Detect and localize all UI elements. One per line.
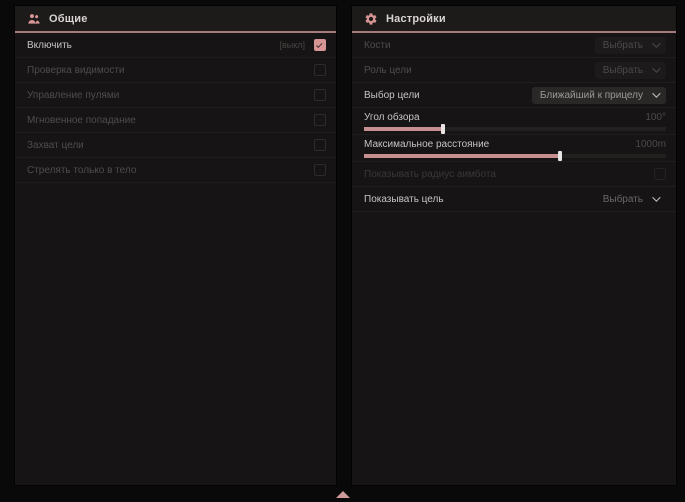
settings-panel-header: Настройки xyxy=(352,6,676,31)
dropdown-value: Ближайший к прицелу xyxy=(540,90,643,101)
row-target-lock: Захват цели xyxy=(15,133,336,158)
triangle-up-icon[interactable] xyxy=(336,491,350,498)
settings-panel: Настройки Кости Выбрать Роль цели Выбрат… xyxy=(351,5,677,486)
fov-slider-handle[interactable] xyxy=(441,124,445,134)
chevron-down-icon xyxy=(652,89,660,97)
row-visibility-check: Проверка видимости xyxy=(15,58,336,83)
fov-slider-fill xyxy=(364,127,443,131)
checkmark-icon xyxy=(316,41,322,47)
setting-label: Мгновенное попадание xyxy=(27,115,314,126)
bones-dropdown[interactable]: Выбрать xyxy=(595,37,666,54)
setting-label: Захват цели xyxy=(27,140,314,151)
row-fov: Угол обзора 100° xyxy=(352,108,676,135)
max-distance-slider-handle[interactable] xyxy=(558,151,562,161)
visibility-check-checkbox[interactable] xyxy=(314,64,326,76)
chevron-down-icon xyxy=(652,39,660,47)
body-only-checkbox[interactable] xyxy=(314,164,326,176)
enable-checkbox[interactable] xyxy=(314,39,326,51)
dropdown-value: Выбрать xyxy=(603,194,643,205)
row-max-distance: Максимальное расстояние 1000m xyxy=(352,135,676,162)
instant-hit-checkbox[interactable] xyxy=(314,114,326,126)
hotkey-label[interactable]: [выкл] xyxy=(279,40,305,50)
general-panel-body: Включить [выкл] Проверка видимости Управ… xyxy=(15,33,336,485)
setting-label: Проверка видимости xyxy=(27,65,314,76)
max-distance-slider[interactable] xyxy=(364,154,666,158)
row-enable: Включить [выкл] xyxy=(15,33,336,58)
setting-label: Стрелять только в тело xyxy=(27,165,314,176)
row-show-aimbot-radius: Показывать радиус аимбота xyxy=(352,162,676,187)
target-selection-dropdown[interactable]: Ближайший к прицелу xyxy=(532,87,666,104)
show-target-dropdown[interactable]: Выбрать xyxy=(595,191,666,208)
target-role-dropdown[interactable]: Выбрать xyxy=(595,62,666,79)
dropdown-value: Выбрать xyxy=(603,40,643,51)
setting-label: Роль цели xyxy=(364,65,595,76)
chevron-down-icon xyxy=(652,193,660,201)
setting-label: Выбор цели xyxy=(364,90,532,101)
max-distance-slider-fill xyxy=(364,154,560,158)
row-body-only: Стрелять только в тело xyxy=(15,158,336,183)
panel-title: Настройки xyxy=(386,13,446,25)
setting-label: Максимальное расстояние xyxy=(364,139,635,150)
setting-label: Показывать цель xyxy=(364,194,595,205)
row-instant-hit: Мгновенное попадание xyxy=(15,108,336,133)
panel-title: Общие xyxy=(49,13,88,25)
setting-label: Показывать радиус аимбота xyxy=(364,169,654,180)
users-icon xyxy=(27,12,41,26)
bullet-control-checkbox[interactable] xyxy=(314,89,326,101)
row-target-selection: Выбор цели Ближайший к прицелу xyxy=(352,83,676,108)
target-lock-checkbox[interactable] xyxy=(314,139,326,151)
slider-value: 100° xyxy=(645,112,666,123)
dropdown-value: Выбрать xyxy=(603,65,643,76)
slider-value: 1000m xyxy=(635,139,666,150)
setting-label: Угол обзора xyxy=(364,112,645,123)
row-show-target: Показывать цель Выбрать xyxy=(352,187,676,212)
fov-slider[interactable] xyxy=(364,127,666,131)
general-panel: Общие Включить [выкл] Проверка видимости… xyxy=(14,5,337,486)
setting-label: Управление пулями xyxy=(27,90,314,101)
gear-icon xyxy=(364,12,378,26)
show-aimbot-radius-checkbox[interactable] xyxy=(654,168,666,180)
setting-label: Кости xyxy=(364,40,595,51)
setting-label: Включить xyxy=(27,40,279,51)
row-target-role: Роль цели Выбрать xyxy=(352,58,676,83)
chevron-down-icon xyxy=(652,64,660,72)
row-bones: Кости Выбрать xyxy=(352,33,676,58)
settings-panel-body: Кости Выбрать Роль цели Выбрать Выбор це… xyxy=(352,33,676,485)
general-panel-header: Общие xyxy=(15,6,336,31)
row-bullet-control: Управление пулями xyxy=(15,83,336,108)
